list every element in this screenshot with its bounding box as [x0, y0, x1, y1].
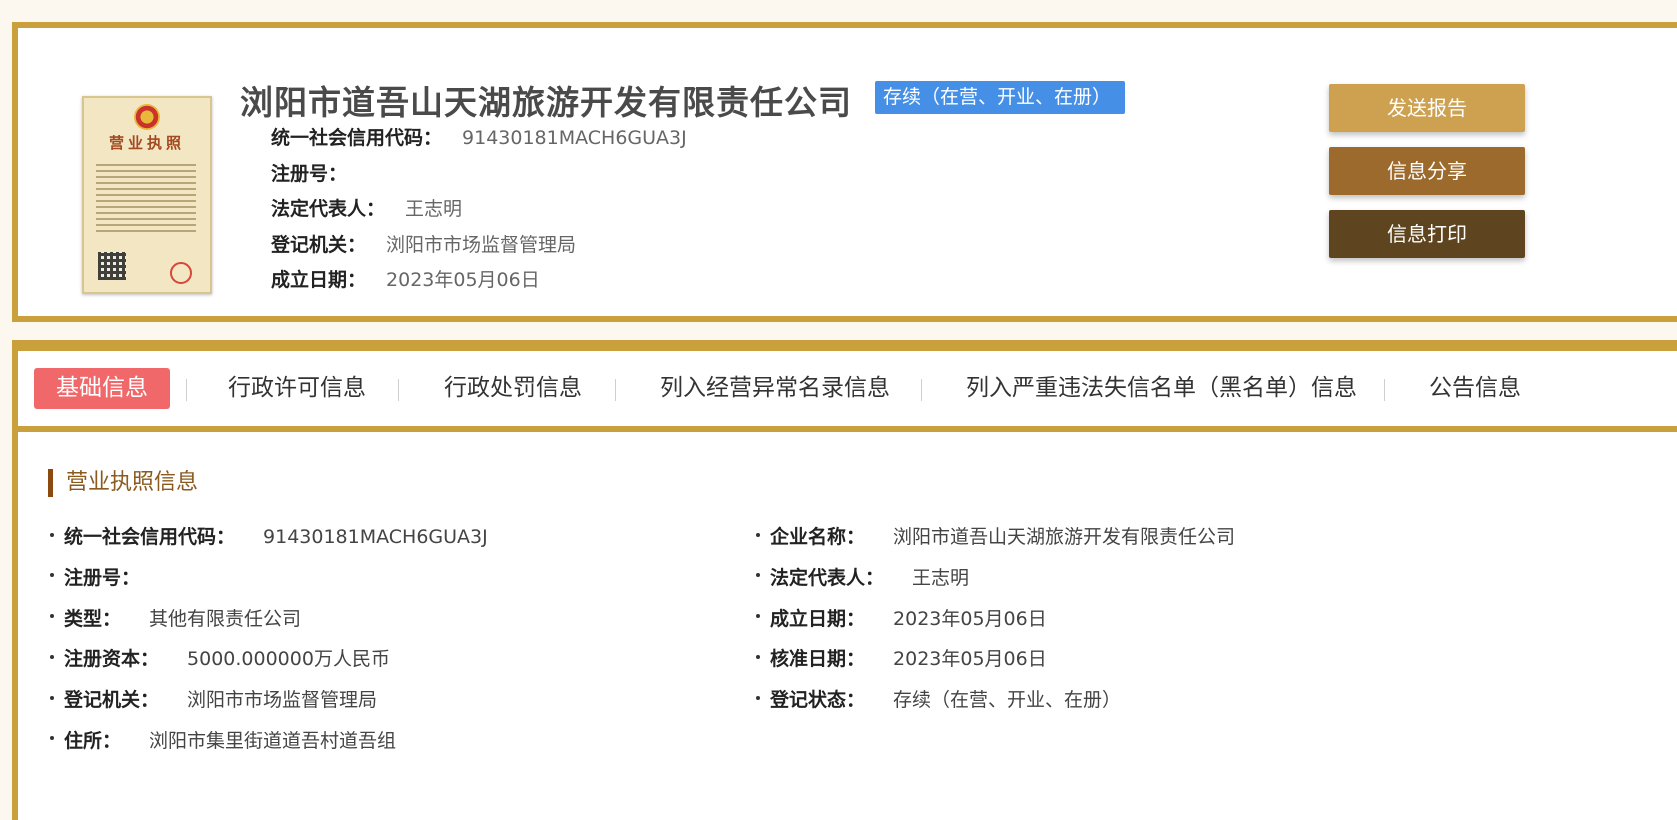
detail-row-reg-status: 登记状态： 存续（在营、开业、在册）: [756, 680, 1235, 721]
company-name: 浏阳市道吾山天湖旅游开发有限责任公司: [240, 83, 852, 122]
license-title: 营业执照: [108, 134, 185, 152]
tab-blacklist[interactable]: 列入严重违法失信名单（黑名单）信息: [966, 368, 1357, 409]
detail-row-reg-number: 注册号：: [50, 558, 488, 599]
tab-admin-penalty[interactable]: 行政处罚信息: [444, 368, 582, 409]
detail-column-left: 统一社会信用代码： 91430181MACH6GUA3J 注册号： 类型： 其他有限…: [50, 517, 488, 762]
qr-code-icon: [98, 252, 126, 280]
section-title-license-info: 营业执照信息: [48, 469, 198, 497]
detail-column-right: 企业名称： 浏阳市道吾山天湖旅游开发有限责任公司 法定代表人： 王志明 成立日期： 2…: [756, 517, 1235, 721]
detail-row-type: 类型： 其他有限责任公司: [50, 599, 488, 640]
license-text-lines: [96, 160, 196, 236]
header-info: 统一社会信用代码： 91430181MACH6GUA3J 注册号： 法定代表人：王…: [271, 121, 687, 299]
tab-divider: [615, 379, 616, 401]
national-emblem-icon: [134, 104, 160, 130]
tab-basic-info[interactable]: 基础信息: [34, 368, 170, 409]
detail-row-legal-rep: 法定代表人： 王志明: [756, 558, 1235, 599]
detail-row-address: 住所： 浏阳市集里街道道吾村道吾组: [50, 721, 488, 762]
detail-row-reg-authority: 登记机关： 浏阳市市场监督管理局: [50, 680, 488, 721]
detail-row-company-name: 企业名称： 浏阳市道吾山天湖旅游开发有限责任公司: [756, 517, 1235, 558]
tab-divider: [186, 379, 187, 401]
tab-divider: [921, 379, 922, 401]
header-row-reg-authority: 登记机关： 浏阳市市场监督管理局: [271, 233, 577, 256]
header-row-credit-code: 统一社会信用代码： 91430181MACH6GUA3J: [271, 127, 687, 149]
header-row-legal-rep: 法定代表人： 王志明: [271, 198, 463, 220]
share-info-button[interactable]: 信息分享: [1329, 147, 1525, 195]
detail-row-founded-date: 成立日期： 2023年05月06日: [756, 599, 1235, 640]
business-license-image: 营业执照: [82, 96, 212, 294]
company-header-card: 营业执照 浏阳市道吾山天湖旅游开发有限责任公司 存续（在营、开业、在册） 统一社…: [12, 22, 1677, 322]
header-row-reg-number: 注册号：: [271, 162, 348, 185]
detail-row-approval-date: 核准日期： 2023年05月06日: [756, 639, 1235, 680]
tab-bar: 基础信息 行政许可信息 行政处罚信息 列入经营异常名录信息 列入严重违法失信名单…: [18, 351, 1677, 432]
tab-divider: [1384, 379, 1385, 401]
tab-divider: [398, 379, 399, 401]
tab-announcements[interactable]: 公告信息: [1429, 368, 1521, 409]
detail-row-credit-code: 统一社会信用代码： 91430181MACH6GUA3J: [50, 517, 488, 558]
print-info-button[interactable]: 信息打印: [1329, 210, 1525, 258]
tab-abnormal-operation[interactable]: 列入经营异常名录信息: [660, 368, 890, 409]
detail-row-capital: 注册资本： 5000.000000万人民币: [50, 639, 488, 680]
status-badge: 存续（在营、开业、在册）: [875, 81, 1126, 114]
send-report-button[interactable]: 发送报告: [1329, 84, 1525, 132]
tab-admin-license[interactable]: 行政许可信息: [228, 368, 366, 409]
header-row-founded-date: 成立日期： 2023年05月06日: [271, 269, 540, 291]
main-info-card: 基础信息 行政许可信息 行政处罚信息 列入经营异常名录信息 列入严重违法失信名单…: [12, 340, 1677, 820]
official-seal-icon: [170, 262, 192, 284]
